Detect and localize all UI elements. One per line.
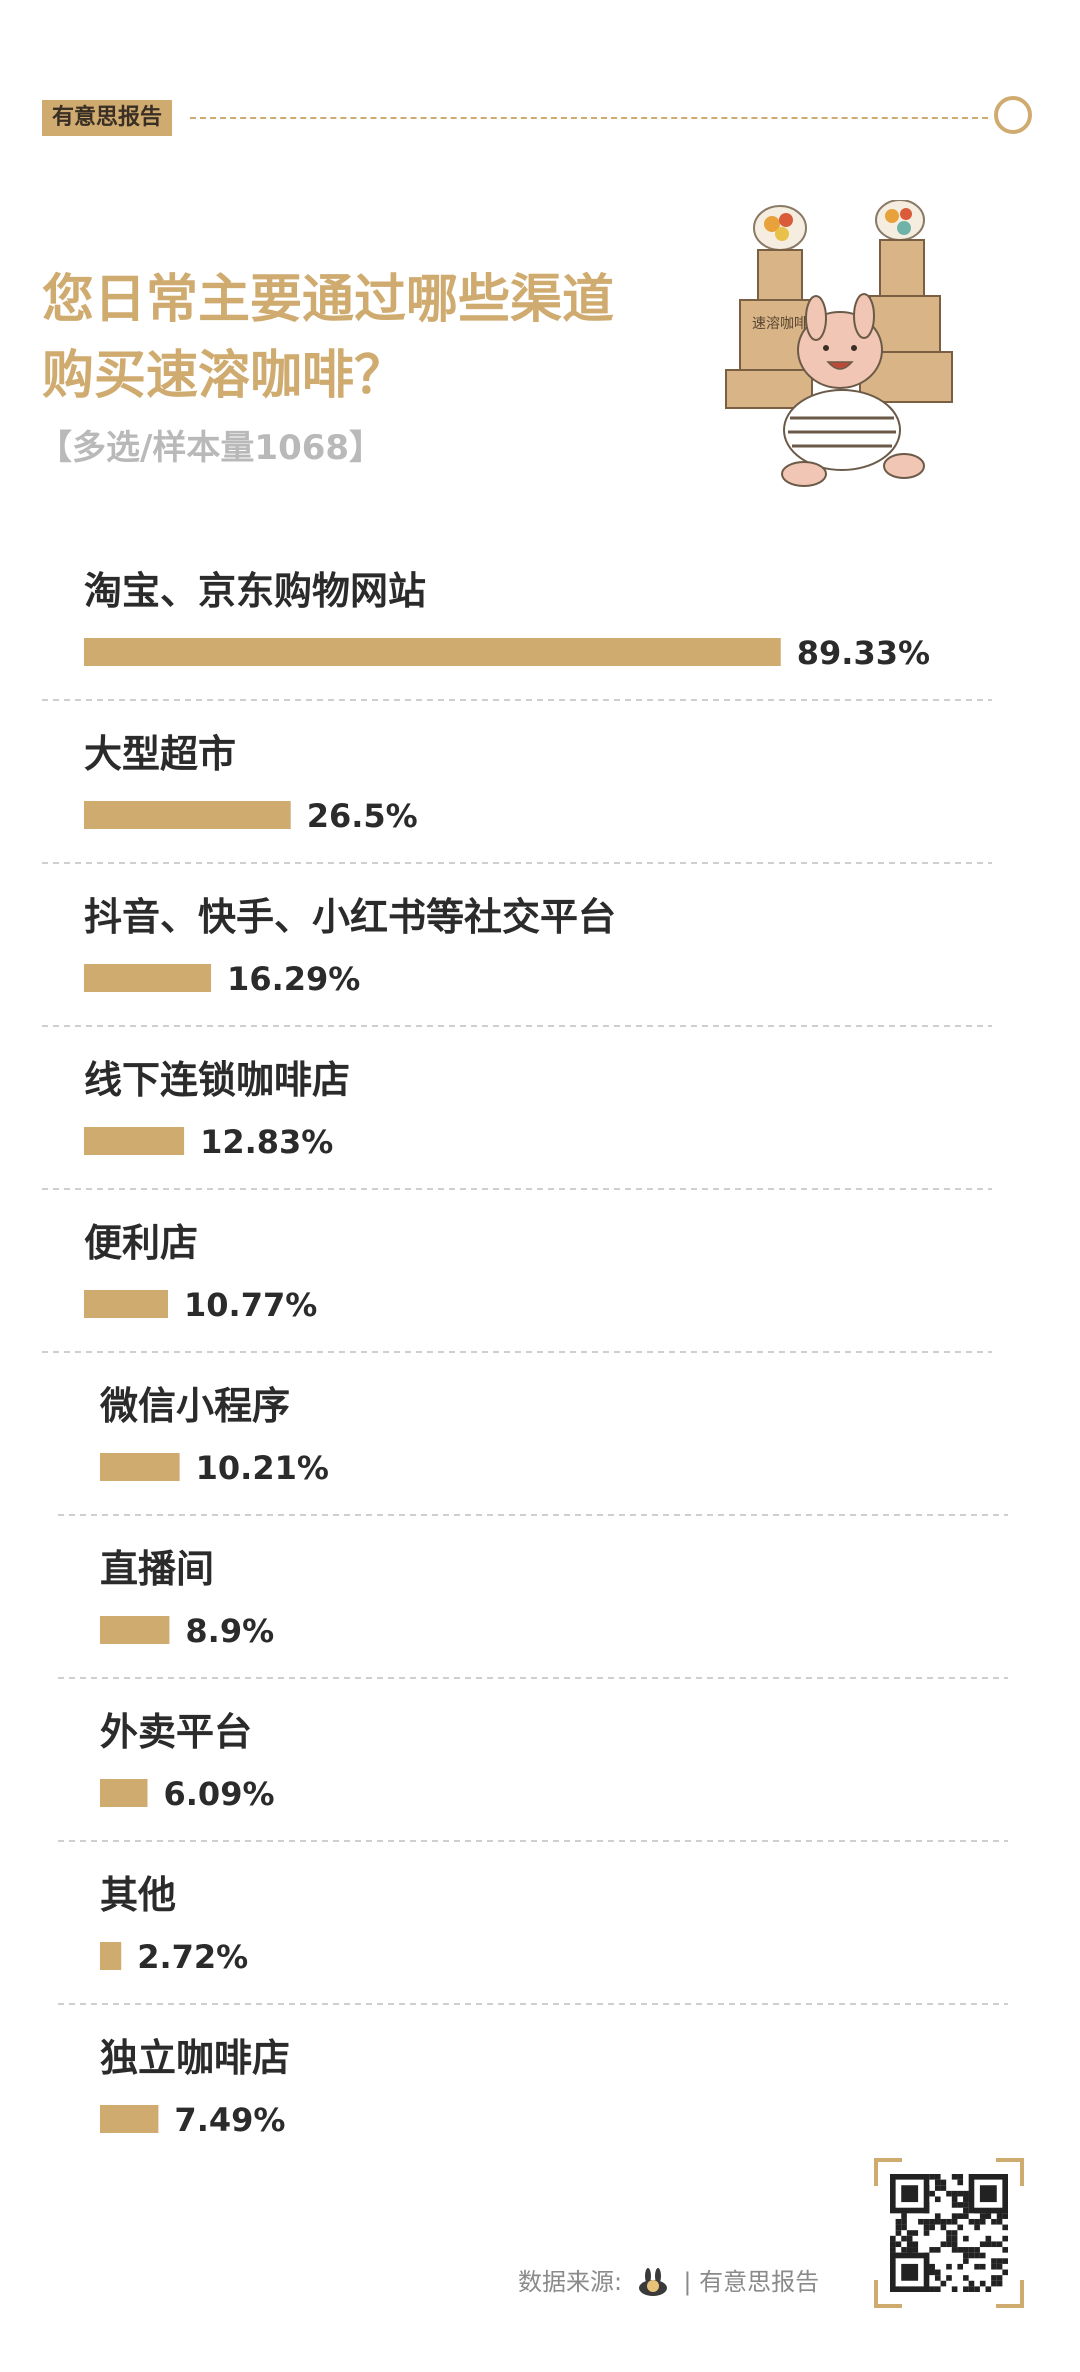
bar [84, 964, 212, 992]
value-label: 10.77% [184, 1286, 317, 1324]
bar [84, 638, 781, 666]
source-separator: | [683, 2268, 692, 2296]
category-label: 直播间 [100, 1547, 214, 1591]
bar [84, 1290, 169, 1318]
category-label: 外卖平台 [100, 1710, 252, 1754]
data-source: 数据来源: | 有意思报告 [518, 2262, 819, 2298]
bar [100, 2105, 159, 2133]
source-name: 有意思报告 [699, 2268, 820, 2296]
value-label: 26.5% [307, 797, 418, 835]
value-label: 6.09% [164, 1775, 275, 1813]
value-label: 89.33% [797, 634, 930, 672]
value-label: 12.83% [200, 1123, 333, 1161]
value-label: 16.29% [227, 960, 360, 998]
category-label: 大型超市 [84, 732, 236, 776]
bar [100, 1453, 180, 1481]
value-label: 10.21% [196, 1449, 329, 1487]
category-label: 淘宝、京东购物网站 [84, 569, 426, 613]
bar [100, 1942, 122, 1970]
category-label: 便利店 [84, 1221, 198, 1265]
bar [84, 1127, 185, 1155]
brand-logo-icon [638, 2268, 667, 2296]
bar [100, 1616, 170, 1644]
value-label: 8.9% [185, 1612, 274, 1650]
category-label: 其他 [100, 1873, 176, 1917]
category-label: 线下连锁咖啡店 [84, 1058, 350, 1102]
qr-code-icon[interactable] [890, 2174, 1008, 2292]
bar [100, 1779, 148, 1807]
category-label: 独立咖啡店 [100, 2036, 290, 2080]
category-label: 微信小程序 [99, 1384, 290, 1428]
value-label: 2.72% [137, 1938, 248, 1976]
bar [84, 801, 291, 829]
source-label: 数据来源: [518, 2268, 623, 2296]
category-label: 抖音、快手、小红书等社交平台 [84, 895, 616, 939]
qr-code-frame [874, 2158, 1024, 2308]
value-label: 7.49% [174, 2101, 285, 2139]
bar-chart: 淘宝、京东购物网站 89.33% 大型超市 26.5% 抖音、快手、小红书等社交平台 16… [42, 569, 1008, 2139]
